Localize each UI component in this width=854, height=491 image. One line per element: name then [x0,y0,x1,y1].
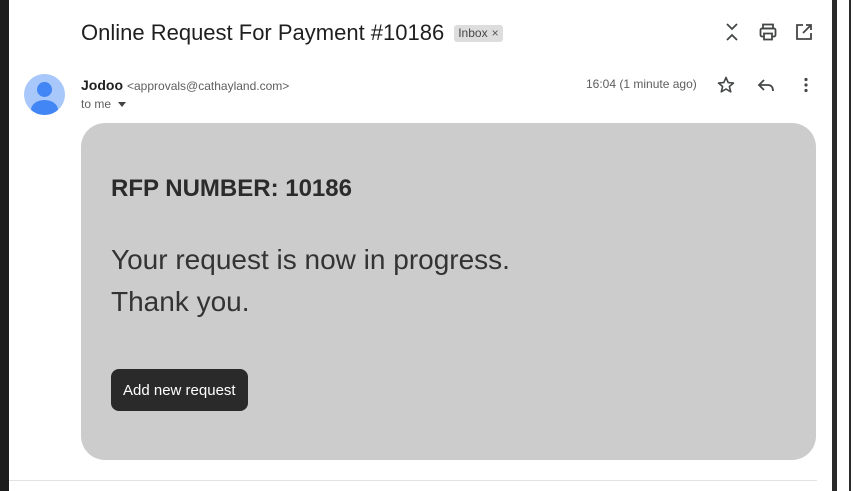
message-timestamp: 16:04 (1 minute ago) [586,77,697,91]
message-line: Your request is now in progress. [111,244,510,275]
avatar-head [37,82,52,97]
email-subject: Online Request For Payment #10186 [81,20,445,45]
email-view: Online Request For Payment #10186 Inbox … [0,0,854,491]
avatar-body [31,100,58,115]
rfp-number-heading: RFP NUMBER: 10186 [111,175,352,202]
thread-toolbar [720,20,816,44]
window-left-border [0,0,9,491]
sender-line: Jodoo <approvals@cathayland.com> [81,77,289,93]
open-in-new-window-icon[interactable] [792,20,816,44]
recipient-label: to me [81,97,112,111]
scrollbar[interactable] [832,0,854,491]
message-line: Thank you. [111,286,250,317]
chevron-down-icon[interactable] [118,101,127,107]
email-body-card: RFP NUMBER: 10186 Your request is now in… [81,123,816,460]
scrollbar-track[interactable] [832,0,837,491]
divider [9,480,817,481]
window-right-border [849,0,851,491]
add-new-request-button[interactable]: Add new request [111,369,248,411]
message-text: Your request is now in progress. Thank y… [111,239,510,323]
inbox-label-text: Inbox [458,25,488,40]
sender-name[interactable]: Jodoo [81,77,123,93]
message-actions [714,73,818,97]
subject-row: Online Request For Payment #10186 Inbox … [81,18,503,48]
recipient-details-toggle[interactable]: to me [81,97,127,111]
more-vertical-icon[interactable] [794,73,818,97]
star-icon[interactable] [714,73,738,97]
collapse-icon[interactable] [720,20,744,44]
reply-icon[interactable] [754,73,778,97]
sender-avatar[interactable] [24,74,65,115]
sender-email: <approvals@cathayland.com> [127,79,290,93]
inbox-label-chip[interactable]: Inbox × [454,24,503,42]
remove-label-icon[interactable]: × [492,26,499,40]
print-icon[interactable] [756,20,780,44]
